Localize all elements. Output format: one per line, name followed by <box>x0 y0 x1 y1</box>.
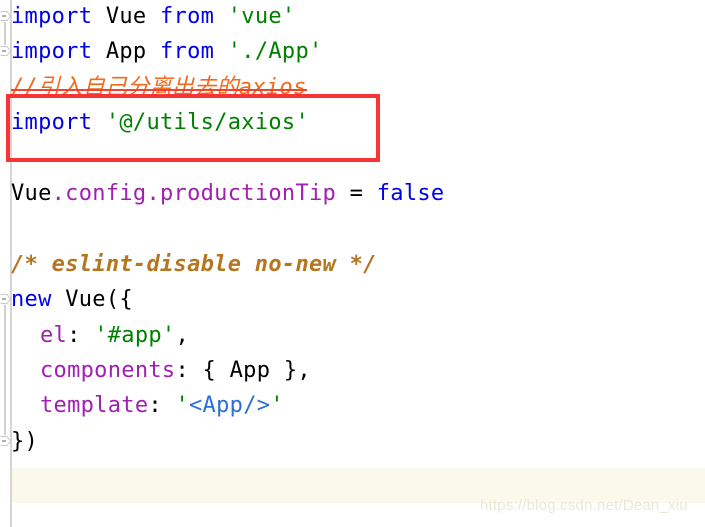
code-line[interactable]: components: { App }, <box>11 355 311 387</box>
code-token-plain: = <box>336 181 377 206</box>
code-token-prop: el <box>40 322 68 348</box>
code-token-plain: Vue <box>105 4 147 29</box>
code-token-str: '#app' <box>94 322 176 348</box>
code-line[interactable]: el: '#app', <box>11 320 189 352</box>
code-line[interactable]: template: '<App/>' <box>11 390 284 422</box>
code-token-str: ' <box>270 393 284 419</box>
fold-collapse-icon[interactable] <box>0 292 11 306</box>
code-token-plain: App <box>229 358 271 383</box>
code-token-kw: from <box>160 39 215 65</box>
code-line[interactable]: import App from './App' <box>11 36 323 68</box>
code-line[interactable]: new Vue({ <box>11 284 133 316</box>
code-token-plain: }, <box>270 358 311 383</box>
code-token-punc: , <box>175 322 190 348</box>
code-line[interactable]: /* eslint-disable no-new */ <box>11 249 377 281</box>
code-token-tag: <App/> <box>189 393 271 419</box>
code-token-plain: App <box>105 39 147 65</box>
code-token-str: ' <box>175 393 190 419</box>
code-token-kw: import <box>11 110 93 136</box>
error-squiggle <box>215 98 307 104</box>
code-token-prop: template <box>40 393 149 419</box>
code-token-punc: }) <box>11 428 39 454</box>
code-editor-screenshot: import Vue from 'vue' import App from './… <box>0 0 705 527</box>
code-token-kw: import <box>11 39 93 65</box>
code-token-plain: Vue <box>65 287 106 313</box>
editor-gutter <box>0 0 12 527</box>
code-token-kw: false <box>376 181 445 206</box>
code-token-prop: .config.productionTip <box>51 181 337 206</box>
code-content[interactable]: import Vue from 'vue' import App from './… <box>11 0 705 527</box>
code-token-plain: : <box>67 322 95 348</box>
code-line[interactable]: import Vue from 'vue' <box>11 1 295 33</box>
code-token-str: '@/utils/axios' <box>105 110 310 136</box>
fold-collapse-icon[interactable] <box>0 9 11 23</box>
code-line[interactable]: import '@/utils/axios' <box>11 107 309 139</box>
code-line[interactable]: }) <box>11 426 38 458</box>
code-token-kw: from <box>160 4 215 29</box>
code-token-kw: import <box>11 4 93 29</box>
code-token-kw: new <box>11 287 52 313</box>
fold-region-connector <box>4 305 6 435</box>
fold-region-connector <box>4 22 6 46</box>
code-token-plain: Vue <box>11 181 52 206</box>
code-token-prop: components <box>40 358 176 383</box>
fold-collapse-icon[interactable] <box>0 434 11 448</box>
code-token-plain: : <box>148 393 176 419</box>
code-token-str: 'vue' <box>227 4 296 29</box>
watermark-text: https://blog.csdn.net/Dean_xiu <box>480 497 688 514</box>
comment-strikethrough <box>11 88 307 91</box>
code-token-plain: : { <box>175 358 230 383</box>
code-line[interactable]: Vue.config.productionTip = false <box>11 178 444 210</box>
code-token-cmt-blk: /* eslint-disable no-new */ <box>11 251 377 277</box>
code-token-cmt-line: //引入自己分离出去的axios <box>11 74 307 100</box>
fold-collapse-icon[interactable] <box>0 44 11 58</box>
code-token-str: './App' <box>227 39 323 65</box>
code-token-punc: ({ <box>105 287 133 313</box>
